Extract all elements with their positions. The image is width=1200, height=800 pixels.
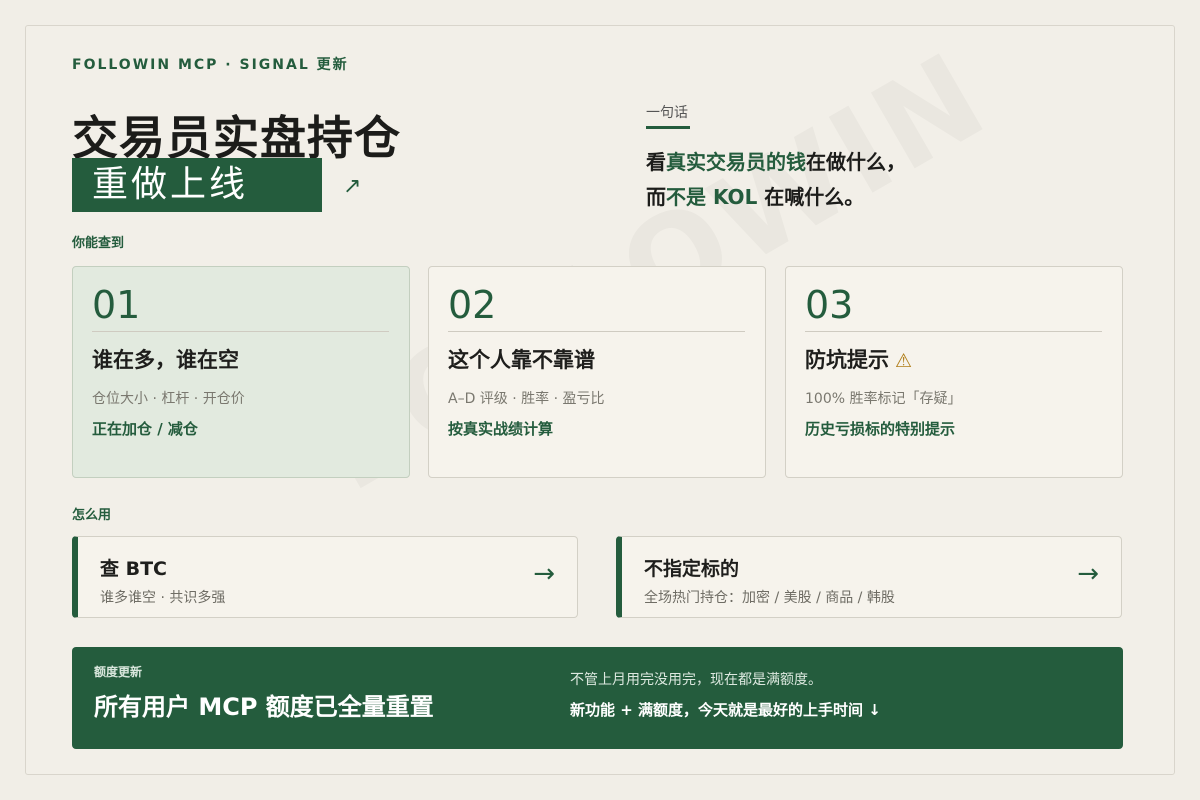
card-number: 01 xyxy=(92,283,141,327)
card-title-text: 这个人靠不靠谱 xyxy=(448,348,595,372)
card-divider xyxy=(92,331,389,332)
one-liner-label: 一句话 xyxy=(646,105,688,121)
howto-card-any[interactable]: 不指定标的 全场热门持仓：加密 / 美股 / 商品 / 韩股 → xyxy=(616,536,1122,618)
feature-card-1: 01 谁在多，谁在空 仓位大小 · 杠杆 · 开仓价 正在加仓 / 减仓 xyxy=(72,266,410,478)
card-title: 谁在多，谁在空 xyxy=(92,344,389,384)
howto-card-btc[interactable]: 查 BTC 谁多谁空 · 共识多强 → xyxy=(72,536,578,618)
banner-note-1: 不管上月用完没用完，现在都是满额度。 xyxy=(570,672,822,688)
card-subtitle: A–D 评级 · 胜率 · 盈亏比 xyxy=(448,391,605,407)
card-title-text: 防坑提示 xyxy=(805,348,889,372)
arrow-right-icon[interactable]: → xyxy=(533,559,555,589)
card-number: 03 xyxy=(805,283,854,327)
card-note: 正在加仓 / 减仓 xyxy=(92,420,198,438)
howto-title: 不指定标的 xyxy=(644,558,740,580)
section-label-howto: 怎么用 xyxy=(72,508,112,523)
one-liner-accent-bar xyxy=(646,126,690,129)
howto-subtitle: 全场热门持仓：加密 / 美股 / 商品 / 韩股 xyxy=(644,590,895,606)
card-divider xyxy=(805,331,1102,332)
headline-highlight: 重做上线 xyxy=(72,158,322,212)
one-liner-line-2-post: 在喊什么。 xyxy=(757,185,865,209)
card-title: 这个人靠不靠谱 xyxy=(448,344,745,384)
card-title: 防坑提示 ⚠ xyxy=(805,344,1102,384)
card-note: 历史亏损标的特别提示 xyxy=(805,420,956,438)
one-liner-line-1-post: 在做什么， xyxy=(806,150,906,174)
card-title-text: 谁在多，谁在空 xyxy=(92,348,239,372)
feature-card-2: 02 这个人靠不靠谱 A–D 评级 · 胜率 · 盈亏比 按真实战绩计算 xyxy=(428,266,766,478)
feature-card-3: 03 防坑提示 ⚠ 100% 胜率标记「存疑」 历史亏损标的特别提示 xyxy=(785,266,1123,478)
quota-banner: 额度更新 所有用户 MCP 额度已全量重置 不管上月用完没用完，现在都是满额度。… xyxy=(72,647,1123,749)
card-subtitle: 100% 胜率标记「存疑」 xyxy=(805,391,962,407)
eyebrow-label: FOLLOWIN MCP · SIGNAL 更新 xyxy=(72,57,349,73)
one-liner-line-1-emphasis: 真实交易员的钱 xyxy=(666,150,806,174)
one-liner-line-1: 看真实交易员的钱在做什么， xyxy=(646,146,906,175)
one-liner-line-2-emphasis: 不是 KOL xyxy=(666,185,758,209)
card-divider xyxy=(448,331,745,332)
section-label-find: 你能查到 xyxy=(72,236,125,251)
banner-label: 额度更新 xyxy=(94,665,143,679)
warning-icon: ⚠ xyxy=(895,350,913,372)
banner-note-2: 新功能 + 满额度，今天就是最好的上手时间 ↓ xyxy=(570,701,881,719)
one-liner-line-2: 而不是 KOL 在喊什么。 xyxy=(646,181,864,210)
howto-subtitle: 谁多谁空 · 共识多强 xyxy=(100,590,226,606)
one-liner-line-2-pre: 而 xyxy=(646,185,666,209)
howto-title: 查 BTC xyxy=(100,558,168,580)
card-note: 按真实战绩计算 xyxy=(448,420,554,438)
arrow-right-icon[interactable]: → xyxy=(1077,559,1099,589)
arrow-northeast-icon: ↗ xyxy=(343,174,362,199)
banner-title: 所有用户 MCP 额度已全量重置 xyxy=(94,693,434,721)
card-subtitle: 仓位大小 · 杠杆 · 开仓价 xyxy=(92,391,245,407)
card-number: 02 xyxy=(448,283,497,327)
one-liner-line-1-pre: 看 xyxy=(646,150,666,174)
